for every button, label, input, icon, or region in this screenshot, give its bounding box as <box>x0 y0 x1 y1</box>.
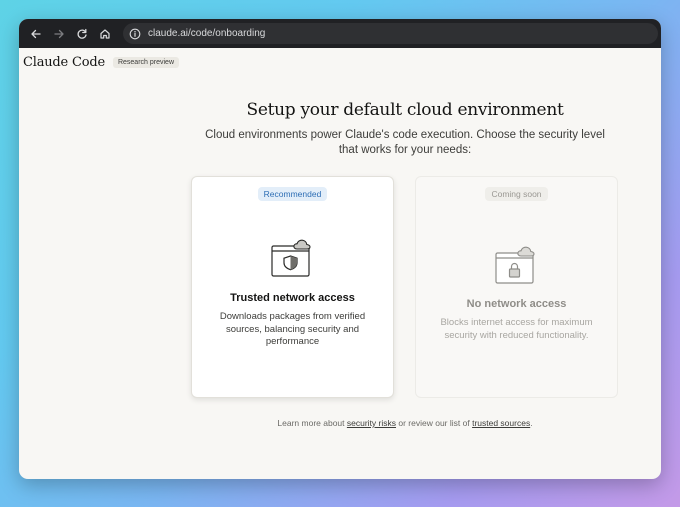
page-title: Setup your default cloud environment <box>246 100 564 120</box>
trusted-sources-link[interactable]: trusted sources <box>472 418 530 428</box>
home-icon <box>100 28 110 39</box>
app-header: Claude Code Research preview <box>19 48 661 76</box>
brand-logo[interactable]: Claude Code <box>23 55 105 70</box>
home-button[interactable] <box>94 23 116 45</box>
back-button[interactable] <box>25 23 47 45</box>
browser-toolbar: claude.ai/code/onboarding <box>19 19 661 48</box>
recommended-badge: Recommended <box>257 187 328 201</box>
no-network-card: Coming soon No network access Blocks int… <box>415 176 618 398</box>
research-preview-badge: Research preview <box>112 56 179 68</box>
footer-text: Learn more about <box>277 418 347 428</box>
arrow-right-icon <box>54 29 64 38</box>
footer-text: or review our list of <box>396 418 473 428</box>
reload-icon <box>77 28 87 39</box>
site-info-icon[interactable] <box>128 27 142 41</box>
card-description: Blocks internet access for maximum secur… <box>440 317 593 341</box>
reload-button[interactable] <box>71 23 93 45</box>
trusted-network-card[interactable]: Recommended Trusted network access Downl… <box>191 176 394 398</box>
address-bar[interactable]: claude.ai/code/onboarding <box>123 23 658 44</box>
arrow-left-icon <box>31 29 41 38</box>
card-title: No network access <box>466 298 567 310</box>
url-text: claude.ai/code/onboarding <box>148 28 266 39</box>
card-description: Downloads packages from verified sources… <box>219 311 366 347</box>
card-title: Trusted network access <box>230 292 355 304</box>
shield-cloud-window-icon <box>270 239 311 277</box>
coming-soon-badge: Coming soon <box>485 187 548 201</box>
forward-button[interactable] <box>48 23 70 45</box>
footer-text: . <box>530 418 533 428</box>
page-subtitle: Cloud environments power Claude's code e… <box>205 129 605 156</box>
security-risks-link[interactable]: security risks <box>347 418 396 428</box>
footer-note: Learn more about security risks or revie… <box>190 418 620 428</box>
lock-cloud-window-icon <box>494 246 535 284</box>
onboarding-header: Setup your default cloud environment Clo… <box>190 100 620 158</box>
